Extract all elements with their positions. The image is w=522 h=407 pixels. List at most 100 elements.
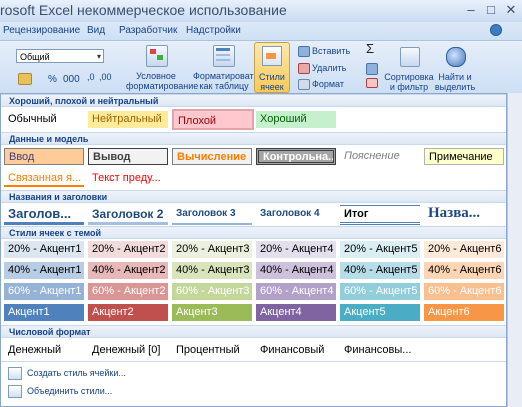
tab-view[interactable]: Вид <box>87 25 105 36</box>
minimize-button[interactable]: – <box>462 2 480 18</box>
sort-filter-button[interactable]: Сортировка и фильтр <box>383 72 435 92</box>
number-format-value: Общий <box>20 52 50 62</box>
decrease-decimal-icon[interactable]: ,00 <box>99 72 112 82</box>
style-check-cell[interactable]: Контрольна... <box>256 148 336 165</box>
number-format-select[interactable]: Общий ▾ <box>16 49 104 63</box>
style-accent2[interactable]: Акцент2 <box>88 304 168 321</box>
tab-developer[interactable]: Разработчик <box>119 25 177 36</box>
delete-icon[interactable] <box>298 63 310 74</box>
increase-decimal-icon[interactable]: ,0 <box>87 72 95 82</box>
style-normal[interactable]: Обычный <box>4 111 84 128</box>
window-title: rosoft Excel некоммерческое использовани… <box>0 2 287 18</box>
merge-styles-label: Объединить стили... <box>27 386 113 396</box>
percent-button[interactable]: % <box>48 75 57 85</box>
sort-label-1: Сортировка <box>384 72 434 82</box>
currency-icon[interactable] <box>18 73 32 85</box>
style-20-accent1[interactable]: 20% - Акцент1 <box>4 241 84 258</box>
delete-button[interactable]: Удалить <box>312 63 346 73</box>
style-60-accent3[interactable]: 60% - Акцент3 <box>172 283 252 300</box>
section-data-model: Данные и модель <box>1 132 506 145</box>
tab-addins[interactable]: Надстройки <box>186 25 241 36</box>
sort-filter-icon[interactable] <box>400 47 420 67</box>
insert-icon[interactable] <box>298 46 310 57</box>
format-as-table-icon[interactable] <box>213 45 235 67</box>
style-input[interactable]: Ввод <box>4 148 84 165</box>
conditional-label-1: Условное <box>136 71 176 81</box>
cell-styles-label-2: ячеек <box>260 82 284 92</box>
cell-styles-icon <box>262 46 282 66</box>
conditional-label-2: форматирование <box>126 81 199 91</box>
create-cell-style-item[interactable]: Создать стиль ячейки... <box>1 364 506 382</box>
style-60-accent1[interactable]: 60% - Акцент1 <box>4 283 84 300</box>
style-accent6[interactable]: Акцент6 <box>424 304 504 321</box>
style-currency-0[interactable]: Денежный [0] <box>88 342 168 359</box>
style-accent3[interactable]: Акцент3 <box>172 304 252 321</box>
style-heading-1[interactable]: Заголов... <box>4 205 84 225</box>
style-20-accent4[interactable]: 20% - Акцент4 <box>256 241 336 258</box>
style-currency[interactable]: Денежный <box>4 342 84 359</box>
thousands-button[interactable]: 000 <box>63 75 80 85</box>
fill-icon[interactable] <box>366 63 378 75</box>
create-style-label: Создать стиль ячейки... <box>27 368 126 378</box>
style-20-accent6[interactable]: 20% - Акцент6 <box>424 241 504 258</box>
style-comma[interactable]: Финансовый <box>256 342 336 359</box>
new-style-icon <box>8 367 22 380</box>
cell-styles-button[interactable]: Стили ячеек <box>254 42 290 93</box>
format-icon[interactable] <box>298 79 310 90</box>
insert-button[interactable]: Вставить <box>312 46 350 56</box>
autosum-icon[interactable]: Σ <box>366 42 374 55</box>
style-40-accent1[interactable]: 40% - Акцент1 <box>4 262 84 279</box>
conditional-formatting-button[interactable]: Условное форматирование <box>126 71 199 91</box>
format-table-label-2: как таблицу <box>199 81 249 91</box>
style-40-accent6[interactable]: 40% - Акцент6 <box>424 262 504 279</box>
style-60-accent5[interactable]: 60% - Акцент5 <box>340 283 420 300</box>
style-total[interactable]: Итог <box>340 205 420 225</box>
format-button[interactable]: Формат <box>312 79 344 89</box>
style-accent4[interactable]: Акцент4 <box>256 304 336 321</box>
style-output[interactable]: Вывод <box>88 148 168 165</box>
conditional-formatting-icon[interactable] <box>146 45 168 67</box>
menu-divider <box>1 361 506 362</box>
style-comma-0[interactable]: Финансовы... <box>340 342 420 359</box>
close-button[interactable]: ✕ <box>502 2 520 18</box>
style-40-accent4[interactable]: 40% - Акцент4 <box>256 262 336 279</box>
style-bad[interactable]: Плохой <box>172 109 254 130</box>
style-20-accent5[interactable]: 20% - Акцент5 <box>340 241 420 258</box>
maximize-button[interactable]: □ <box>482 2 500 18</box>
format-as-table-button[interactable]: Форматировать как таблицу <box>193 71 258 91</box>
help-icon[interactable] <box>490 24 502 36</box>
style-heading-3[interactable]: Заголовок 3 <box>172 205 252 225</box>
style-20-accent3[interactable]: 20% - Акцент3 <box>172 241 252 258</box>
style-accent1[interactable]: Акцент1 <box>4 304 84 321</box>
style-good[interactable]: Хороший <box>256 111 336 128</box>
section-good-bad-neutral: Хороший, плохой и нейтральный <box>1 94 506 107</box>
style-accent5[interactable]: Акцент5 <box>340 304 420 321</box>
worksheet-scrollbar[interactable] <box>507 93 522 407</box>
style-40-accent3[interactable]: 40% - Акцент3 <box>172 262 252 279</box>
style-warning-text[interactable]: Текст преду... <box>88 170 168 187</box>
style-60-accent2[interactable]: 60% - Акцент2 <box>88 283 168 300</box>
style-calculation[interactable]: Вычисление <box>172 148 252 165</box>
merge-styles-item[interactable]: Объединить стили... <box>1 382 506 400</box>
tab-review[interactable]: Рецензирование <box>3 25 80 36</box>
style-neutral[interactable]: Нейтральный <box>88 111 168 128</box>
style-percent[interactable]: Процентный <box>172 342 252 359</box>
style-40-accent5[interactable]: 40% - Акцент5 <box>340 262 420 279</box>
style-note[interactable]: Примечание <box>424 148 504 165</box>
chevron-down-icon: ▾ <box>96 52 101 61</box>
style-explanatory[interactable]: Пояснение <box>340 148 420 165</box>
clear-icon[interactable] <box>366 78 378 88</box>
section-number-format: Числовой формат <box>1 325 506 338</box>
style-40-accent2[interactable]: 40% - Акцент2 <box>88 262 168 279</box>
find-select-icon[interactable] <box>446 47 466 67</box>
style-linked-cell[interactable]: Связанная я... <box>4 170 84 187</box>
style-heading-2[interactable]: Заголовок 2 <box>88 205 168 225</box>
find-select-button[interactable]: Найти и выделить <box>432 72 478 92</box>
title-bar: rosoft Excel некоммерческое использовани… <box>0 0 522 23</box>
cell-styles-label-1: Стили <box>259 72 285 82</box>
style-20-accent2[interactable]: 20% - Акцент2 <box>88 241 168 258</box>
style-60-accent4[interactable]: 60% - Акцент4 <box>256 283 336 300</box>
style-60-accent6[interactable]: 60% - Акцент6 <box>424 283 504 300</box>
style-title[interactable]: Назва... <box>424 202 504 224</box>
style-heading-4[interactable]: Заголовок 4 <box>256 205 336 225</box>
